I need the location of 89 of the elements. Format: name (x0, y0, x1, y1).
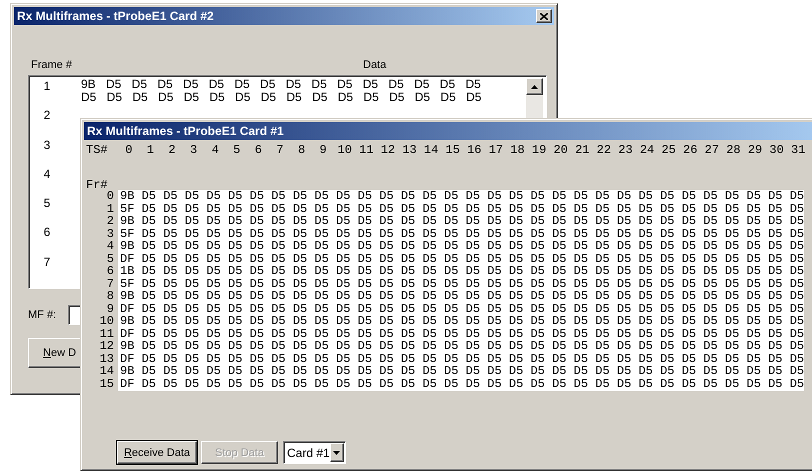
data-row: 9B D5 D5 D5 D5 D5 D5 D5 D5 D5 D5 D5 D5 D5 D5 D5 D5 D5 D5 D5 D5 D5 D5 D5 D5 D5 D5 D5 D5 D5 D5 D5 (120, 290, 804, 302)
frame-number: 2 (42, 107, 52, 124)
frame-number: 11 (98, 328, 115, 340)
frame-number: 1 (106, 202, 115, 215)
column-header: 2 (167, 143, 177, 157)
column-header: 10 (336, 143, 353, 157)
close-button[interactable] (536, 9, 552, 23)
column-header: 28 (725, 143, 742, 157)
data-line: 9B D5 D5 D5 D5 D5 D5 D5 D5 D5 D5 D5 D5 D5 D5 D5 (81, 78, 482, 91)
frame-number: 14 (98, 365, 115, 378)
frame-number: 9 (106, 302, 115, 315)
column-header: 17 (488, 143, 504, 157)
column-header: 9 (318, 143, 328, 157)
column-header: 30 (768, 143, 785, 157)
column-header: 21 (574, 143, 590, 157)
data-row: 9B D5 D5 D5 D5 D5 D5 D5 D5 D5 D5 D5 D5 D5 D5 D5 D5 D5 D5 D5 D5 D5 D5 D5 D5 D5 D5 D5 D5 D5 D5 D5 (120, 315, 804, 328)
column-header: Data (363, 59, 386, 73)
column-header: 29 (746, 143, 764, 157)
column-header: 22 (596, 143, 612, 157)
window-title: Rx Multiframes - tProbeE1 Card #2 (17, 9, 214, 23)
data-row: DF D5 D5 D5 D5 D5 D5 D5 D5 D5 D5 D5 D5 D5 D5 D5 D5 D5 D5 D5 D5 D5 D5 D5 D5 D5 D5 D5 D5 D5 D5 D5 (120, 252, 804, 265)
data-line: D5 D5 D5 D5 D5 D5 D5 D5 D5 D5 D5 D5 D5 D5 D5 D5 (81, 91, 482, 104)
column-header: 31 (790, 143, 806, 157)
column-header: 4 (210, 143, 220, 157)
caret-icon (333, 450, 340, 454)
column-header: 25 (660, 143, 677, 157)
data-row: 5F D5 D5 D5 D5 D5 D5 D5 D5 D5 D5 D5 D5 D5 D5 D5 D5 D5 D5 D5 D5 D5 D5 D5 D5 D5 D5 D5 D5 D5 D5 D5 (120, 228, 804, 240)
column-header: 14 (422, 143, 440, 157)
frame-number: 12 (98, 340, 115, 352)
column-header: 20 (552, 143, 569, 157)
window-title: Rx Multiframes - tProbeE1 Card #1 (87, 124, 284, 138)
column-header: 15 (444, 143, 461, 157)
frame-number: 13 (98, 352, 115, 365)
column-header: 18 (509, 143, 526, 157)
column-header: 13 (401, 143, 418, 157)
frame-number: 6 (42, 224, 52, 242)
column-header: 1 (146, 143, 155, 157)
frame-number: 0 (106, 190, 115, 202)
up-arrow-icon (531, 84, 538, 88)
dropdown-arrow-button[interactable] (330, 443, 344, 462)
frame-number: 2 (106, 215, 115, 228)
column-header: 19 (530, 143, 548, 157)
dropdown-value: Card #1 (287, 446, 330, 460)
data-row: DF D5 D5 D5 D5 D5 D5 D5 D5 D5 D5 D5 D5 D5 D5 D5 D5 D5 D5 D5 D5 D5 D5 D5 D5 D5 D5 D5 D5 D5 D5 D5 (120, 302, 804, 315)
column-label: TS# (85, 143, 109, 157)
data-row: 9B D5 D5 D5 D5 D5 D5 D5 D5 D5 D5 D5 D5 D5 D5 D5 D5 D5 D5 D5 D5 D5 D5 D5 D5 D5 D5 D5 D5 D5 D5 D5 (120, 240, 804, 252)
column-header: 6 (254, 143, 263, 157)
column-header: 7 (275, 143, 285, 157)
frame-number: 3 (106, 228, 115, 240)
column-header: 5 (232, 143, 242, 157)
data-row: 9B D5 D5 D5 D5 D5 D5 D5 D5 D5 D5 D5 D5 D5 D5 D5 D5 D5 D5 D5 D5 D5 D5 D5 D5 D5 D5 D5 D5 D5 D5 D5 (120, 215, 804, 228)
column-header: 11 (358, 143, 375, 157)
data-row: 9B D5 D5 D5 D5 D5 D5 D5 D5 D5 D5 D5 D5 D5 D5 D5 D5 D5 D5 D5 D5 D5 D5 D5 D5 D5 D5 D5 D5 D5 D5 D5 (120, 340, 804, 352)
column-header: 24 (638, 143, 656, 157)
column-header: 27 (704, 143, 720, 157)
scroll-up-button[interactable] (526, 78, 543, 95)
data-row: 5F D5 D5 D5 D5 D5 D5 D5 D5 D5 D5 D5 D5 D5 D5 D5 D5 D5 D5 D5 D5 D5 D5 D5 D5 D5 D5 D5 D5 D5 D5 D5 (120, 278, 804, 290)
frame-number: 5 (106, 252, 115, 265)
column-header: 26 (682, 143, 698, 157)
frame-number: 15 (98, 378, 115, 390)
data-row: DF D5 D5 D5 D5 D5 D5 D5 D5 D5 D5 D5 D5 D5 D5 D5 D5 D5 D5 D5 D5 D5 D5 D5 D5 D5 D5 D5 D5 D5 D5 D5 (120, 352, 804, 365)
data-row: 5F D5 D5 D5 D5 D5 D5 D5 D5 D5 D5 D5 D5 D5 D5 D5 D5 D5 D5 D5 D5 D5 D5 D5 D5 D5 D5 D5 D5 D5 D5 D5 (120, 202, 804, 215)
column-header: 8 (296, 143, 306, 157)
frame-number: 10 (98, 315, 115, 328)
frame-number: 4 (106, 240, 115, 252)
column-header: 23 (617, 143, 634, 157)
column-header: 3 (188, 143, 198, 157)
column-header: Frame # (31, 59, 72, 73)
data-row: DF D5 D5 D5 D5 D5 D5 D5 D5 D5 D5 D5 D5 D5 D5 D5 D5 D5 D5 D5 D5 D5 D5 D5 D5 D5 D5 D5 D5 D5 D5 D5 (120, 328, 804, 340)
frame-number: 7 (106, 278, 115, 290)
data-row: 9B D5 D5 D5 D5 D5 D5 D5 D5 D5 D5 D5 D5 D5 D5 D5 D5 D5 D5 D5 D5 D5 D5 D5 D5 D5 D5 D5 D5 D5 D5 D5 (120, 365, 804, 378)
frame-number: 4 (42, 166, 52, 183)
receive-data-button[interactable]: Receive Data (117, 441, 197, 464)
card-dropdown[interactable]: Card #1 (283, 441, 346, 464)
frame-number: 3 (42, 136, 52, 154)
field-label: MF #: (28, 309, 56, 321)
data-row: 1B D5 D5 D5 D5 D5 D5 D5 D5 D5 D5 D5 D5 D5 D5 D5 D5 D5 D5 D5 D5 D5 D5 D5 D5 D5 D5 D5 D5 D5 D5 D5 (120, 265, 804, 278)
frame-number: 7 (42, 254, 52, 271)
data-row: DF D5 D5 D5 D5 D5 D5 D5 D5 D5 D5 D5 D5 D5 D5 D5 D5 D5 D5 D5 D5 D5 D5 D5 D5 D5 D5 D5 D5 D5 D5 D5 (120, 378, 804, 390)
row-label: Fr# (85, 178, 108, 192)
column-header: 16 (466, 143, 482, 157)
close-icon (540, 12, 548, 20)
column-header: 0 (124, 143, 134, 157)
data-row: 9B D5 D5 D5 D5 D5 D5 D5 D5 D5 D5 D5 D5 D5 D5 D5 D5 D5 D5 D5 D5 D5 D5 D5 D5 D5 D5 D5 D5 D5 D5 D5 (120, 190, 804, 202)
frame-number: 1 (42, 78, 52, 95)
frame-number: 5 (42, 195, 52, 212)
frame-number: 6 (106, 265, 115, 278)
column-header: 12 (380, 143, 396, 157)
frame-number: 8 (106, 290, 115, 302)
